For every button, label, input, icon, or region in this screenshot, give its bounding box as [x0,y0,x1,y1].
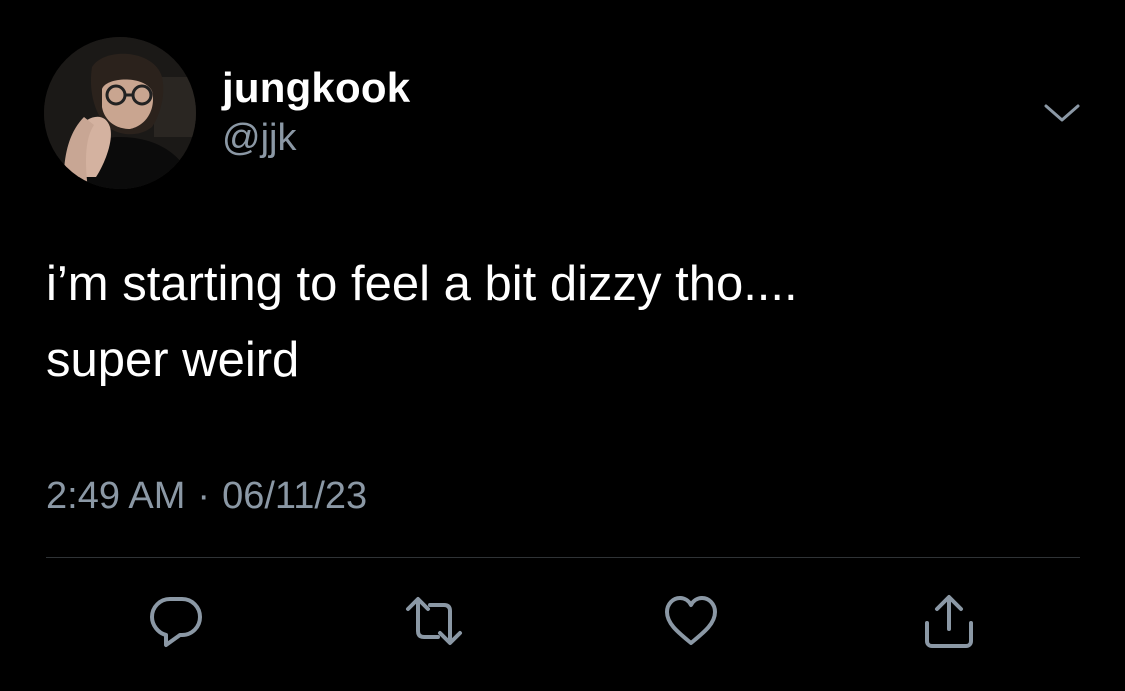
divider [46,557,1080,558]
tweet-time: 2:49 AM [46,475,186,517]
avatar-photo [44,37,196,189]
tweet-text-line: i’m starting to feel a bit dizzy tho.... [46,257,798,311]
share-icon [925,595,973,648]
like-button[interactable] [661,593,721,649]
meta-separator: · [197,475,211,517]
tweet-date: 06/11/23 [222,475,368,517]
display-name[interactable]: jungkook [222,64,410,112]
retweet-icon [406,597,462,645]
tweet-text: i’m starting to feel a bit dizzy tho....… [46,246,1086,398]
avatar[interactable] [44,37,196,189]
chevron-down-icon[interactable] [1040,98,1084,128]
tweet-card: jungkook @jjk i’m starting to feel a bit… [0,0,1125,691]
retweet-button[interactable] [404,593,464,649]
reply-button[interactable] [146,593,206,649]
reply-icon [150,597,202,647]
heart-icon [665,596,717,645]
user-handle[interactable]: @jjk [222,116,296,160]
tweet-timestamp: 2:49 AM · 06/11/23 [46,474,367,518]
tweet-text-line: super weird [46,333,300,387]
share-button[interactable] [919,593,979,649]
